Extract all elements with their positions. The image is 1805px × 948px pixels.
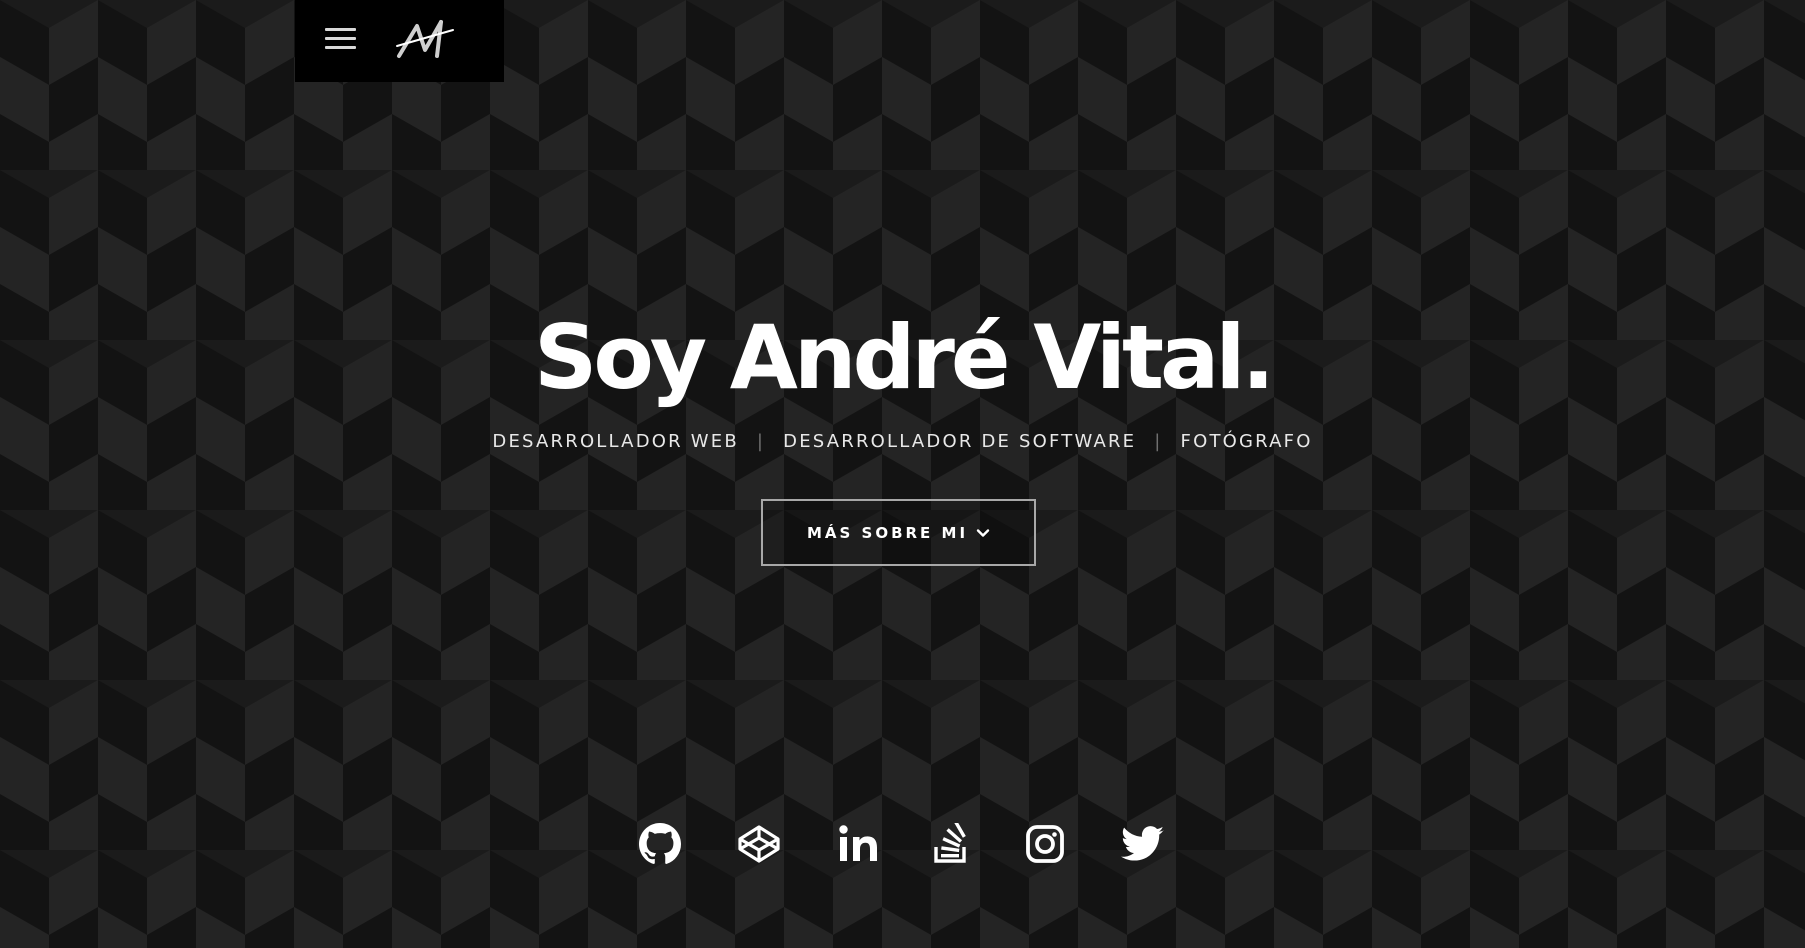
role-software-developer: DESARROLLADOR DE SOFTWARE bbox=[783, 431, 1137, 452]
chevron-down-icon bbox=[976, 528, 990, 537]
stackoverflow-icon[interactable] bbox=[929, 822, 973, 866]
linkedin-icon[interactable] bbox=[837, 822, 881, 866]
cube-pattern-background bbox=[0, 0, 1805, 948]
av-monogram-logo[interactable] bbox=[395, 16, 457, 62]
hero-title: Soy André Vital. bbox=[533, 306, 1275, 409]
about-me-button[interactable]: MÁS SOBRE MI bbox=[761, 499, 1036, 566]
twitter-icon[interactable] bbox=[1121, 822, 1165, 866]
codepen-icon[interactable] bbox=[737, 822, 781, 866]
roles-list: DESARROLLADOR WEB | DESARROLLADOR DE SOFTW… bbox=[0, 428, 1805, 456]
role-photographer: FOTÓGRAFO bbox=[1180, 431, 1313, 452]
github-icon[interactable] bbox=[638, 822, 682, 866]
about-me-button-label: MÁS SOBRE MI bbox=[806, 523, 969, 542]
social-links bbox=[0, 822, 1805, 866]
top-navigation-bar bbox=[295, 0, 504, 82]
instagram-icon[interactable] bbox=[1023, 822, 1067, 866]
hamburger-menu-icon[interactable] bbox=[325, 24, 357, 54]
role-web-developer: DESARROLLADOR WEB bbox=[492, 431, 739, 452]
role-separator: | bbox=[1154, 431, 1163, 452]
role-separator: | bbox=[756, 431, 766, 452]
